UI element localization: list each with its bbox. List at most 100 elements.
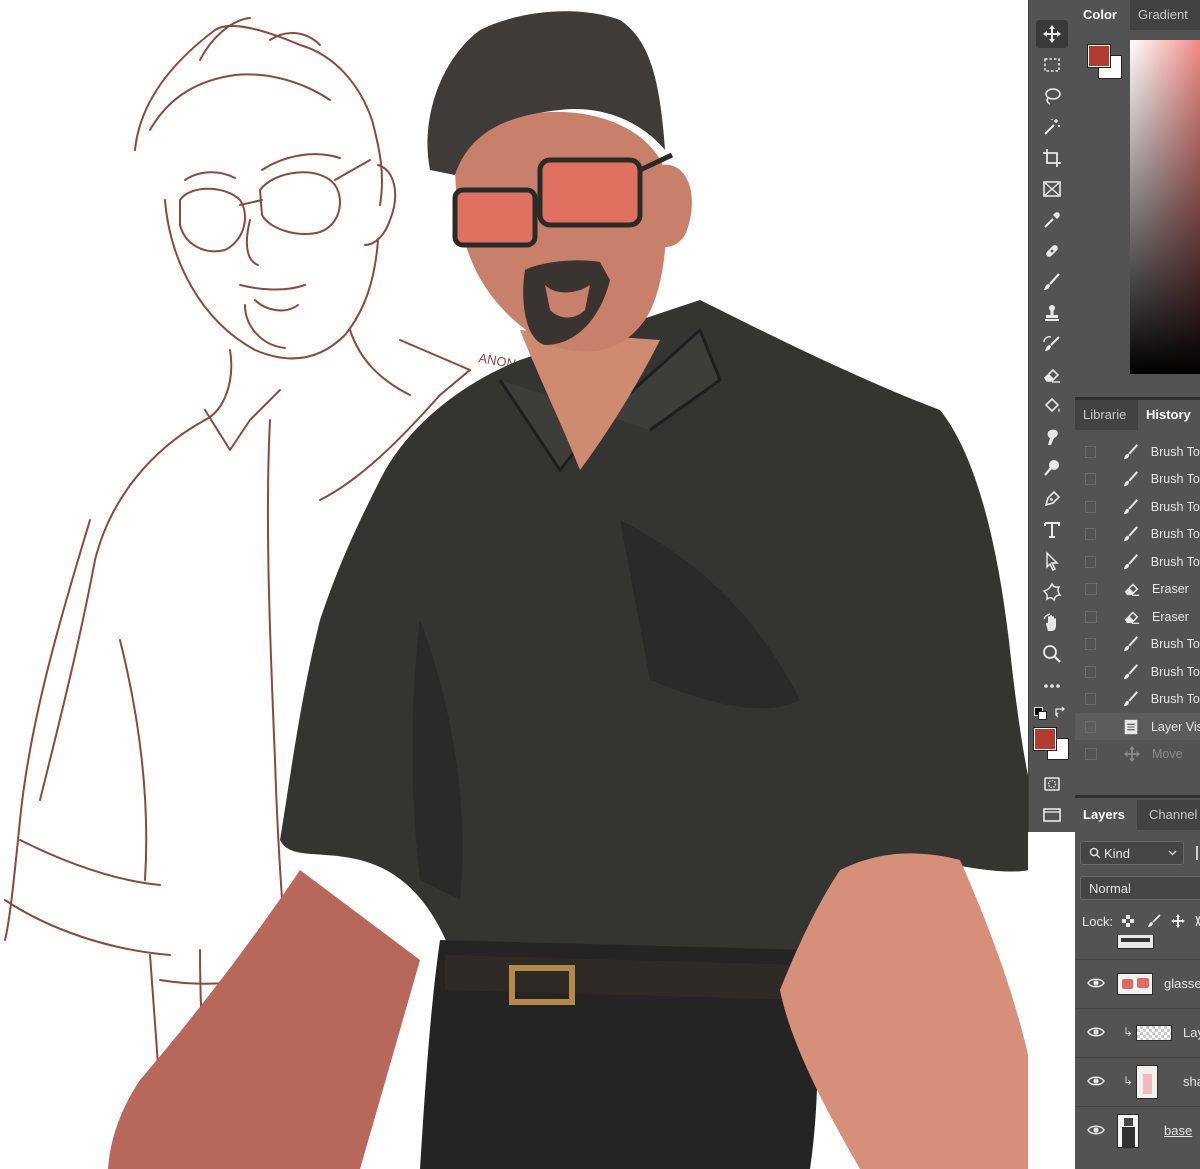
filter-toggle[interactable]	[1196, 846, 1198, 860]
layer-row[interactable]: base	[1075, 1106, 1200, 1155]
foreground-color-swatch[interactable]	[1033, 727, 1057, 751]
history-snapshot-checkbox[interactable]	[1085, 583, 1097, 595]
layer-name[interactable]: Lay	[1183, 1025, 1200, 1040]
history-item[interactable]: Brush Too	[1075, 493, 1200, 520]
crop-icon	[1043, 149, 1061, 167]
document-canvas[interactable]: ANON	[0, 0, 1028, 1169]
history-item-label: Brush Too	[1150, 444, 1200, 459]
lasso-icon	[1045, 88, 1061, 105]
frame-tool-button[interactable]	[1036, 175, 1068, 203]
brush-tool-button[interactable]	[1036, 268, 1068, 296]
eyedropper-tool-button[interactable]	[1036, 206, 1068, 234]
rotate-view-tool-button[interactable]	[1036, 609, 1068, 637]
history-item[interactable]: Eraser	[1075, 576, 1200, 603]
tools-panel	[1028, 0, 1076, 832]
history-item-label: Layer Visi	[1150, 719, 1200, 734]
brush-icon	[1122, 690, 1140, 708]
layer-name[interactable]: base	[1164, 1123, 1192, 1138]
lasso-tool-button[interactable]	[1036, 82, 1068, 110]
marquee-icon	[1044, 58, 1060, 72]
crop-tool-button[interactable]	[1036, 144, 1068, 172]
paint-bucket-tool-button[interactable]	[1036, 392, 1068, 420]
history-snapshot-checkbox[interactable]	[1085, 445, 1096, 458]
healing-brush-tool-button[interactable]	[1036, 237, 1068, 265]
eye-icon[interactable]	[1087, 1123, 1105, 1137]
eraser-tool-button[interactable]	[1036, 361, 1068, 389]
tab-libraries[interactable]: Librarie	[1075, 400, 1138, 430]
layer-name[interactable]: shado	[1183, 1074, 1200, 1089]
type-icon	[1044, 522, 1060, 538]
history-snapshot-checkbox[interactable]	[1085, 693, 1096, 705]
layer-name[interactable]: glasse	[1164, 976, 1200, 991]
type-tool-button[interactable]	[1036, 516, 1068, 544]
history-panel-tabs: Librarie History	[1075, 400, 1200, 430]
tab-layers[interactable]: Layers	[1075, 800, 1137, 830]
history-snapshot-checkbox[interactable]	[1085, 500, 1096, 513]
magic-wand-icon	[1044, 119, 1060, 135]
history-snapshot-checkbox[interactable]	[1085, 473, 1096, 485]
pen-tool-button[interactable]	[1036, 485, 1068, 513]
history-item[interactable]: Brush Too	[1075, 548, 1200, 575]
lock-image-pixels-icon[interactable]	[1147, 914, 1161, 928]
clone-stamp-tool-button[interactable]	[1036, 299, 1068, 327]
chevron-down-icon	[1168, 850, 1177, 856]
zoom-tool-button[interactable]	[1036, 640, 1068, 668]
smudge-tool-button[interactable]	[1036, 423, 1068, 451]
shape-icon	[1042, 582, 1062, 602]
quick-mask-icon	[1044, 777, 1060, 791]
history-item[interactable]: Brush Too	[1075, 631, 1200, 658]
history-snapshot-checkbox[interactable]	[1085, 720, 1096, 733]
blend-mode-select[interactable]: Normal	[1080, 876, 1200, 900]
tab-gradient[interactable]: Gradient	[1130, 0, 1196, 30]
brush-icon	[1122, 635, 1140, 653]
arrow-icon	[1046, 551, 1059, 571]
rectangular-marquee-tool-button[interactable]	[1036, 51, 1068, 79]
layer-row[interactable]: glasse	[1075, 959, 1200, 1008]
history-item[interactable]: Brush Too	[1075, 658, 1200, 685]
eye-icon[interactable]	[1087, 1025, 1105, 1039]
custom-shape-tool-button[interactable]	[1036, 578, 1068, 606]
screen-mode-button[interactable]	[1036, 801, 1068, 829]
eye-icon[interactable]	[1087, 976, 1105, 990]
brush-icon	[1122, 663, 1140, 681]
edit-toolbar-button[interactable]	[1036, 672, 1068, 700]
eraser-icon	[1123, 608, 1141, 626]
history-item[interactable]: Brush Too	[1075, 521, 1200, 548]
path-selection-tool-button[interactable]	[1036, 547, 1068, 575]
history-item[interactable]: Layer Visi	[1075, 713, 1200, 740]
quick-mask-button[interactable]	[1036, 770, 1068, 798]
history-item[interactable]: Eraser	[1075, 603, 1200, 630]
color-picker-field[interactable]	[1130, 40, 1200, 374]
layer-thumbnail-partial	[1117, 935, 1154, 949]
history-snapshot-checkbox[interactable]	[1085, 555, 1096, 568]
history-item[interactable]: Move	[1075, 741, 1200, 768]
brush-icon	[1044, 273, 1060, 290]
history-brush-tool-button[interactable]	[1036, 330, 1068, 358]
history-item[interactable]: Brush Too	[1075, 438, 1200, 465]
history-item[interactable]: Brush Too	[1075, 686, 1200, 713]
history-snapshot-checkbox[interactable]	[1085, 638, 1096, 650]
lock-artboard-icon[interactable]	[1195, 914, 1200, 928]
tab-color[interactable]: Color	[1075, 0, 1130, 30]
magic-wand-tool-button[interactable]	[1036, 113, 1068, 141]
layer-row[interactable]: ↳ Lay	[1075, 1008, 1200, 1057]
layer-filter-select[interactable]: Kind	[1080, 841, 1184, 865]
tab-history[interactable]: History	[1138, 400, 1200, 430]
history-snapshot-checkbox[interactable]	[1085, 748, 1097, 760]
lock-position-icon[interactable]	[1171, 914, 1186, 928]
swap-colors-icon[interactable]	[1054, 705, 1068, 719]
history-snapshot-checkbox[interactable]	[1085, 665, 1096, 678]
layer-row[interactable]: ↳ shado	[1075, 1057, 1200, 1106]
history-snapshot-checkbox[interactable]	[1085, 528, 1096, 540]
color-panel-foreground-swatch[interactable]	[1087, 44, 1111, 68]
eye-icon[interactable]	[1087, 1074, 1105, 1088]
zoom-icon	[1043, 645, 1061, 663]
lock-transparent-pixels-icon[interactable]	[1121, 914, 1135, 928]
history-item[interactable]: Brush Too	[1075, 466, 1200, 493]
eyedropper-icon	[1044, 212, 1060, 228]
move-tool-button[interactable]	[1036, 20, 1068, 48]
tab-channels[interactable]: Channel	[1141, 800, 1200, 830]
history-snapshot-checkbox[interactable]	[1085, 610, 1097, 623]
default-colors-icon[interactable]	[1034, 707, 1047, 720]
dodge-tool-button[interactable]	[1036, 454, 1068, 482]
